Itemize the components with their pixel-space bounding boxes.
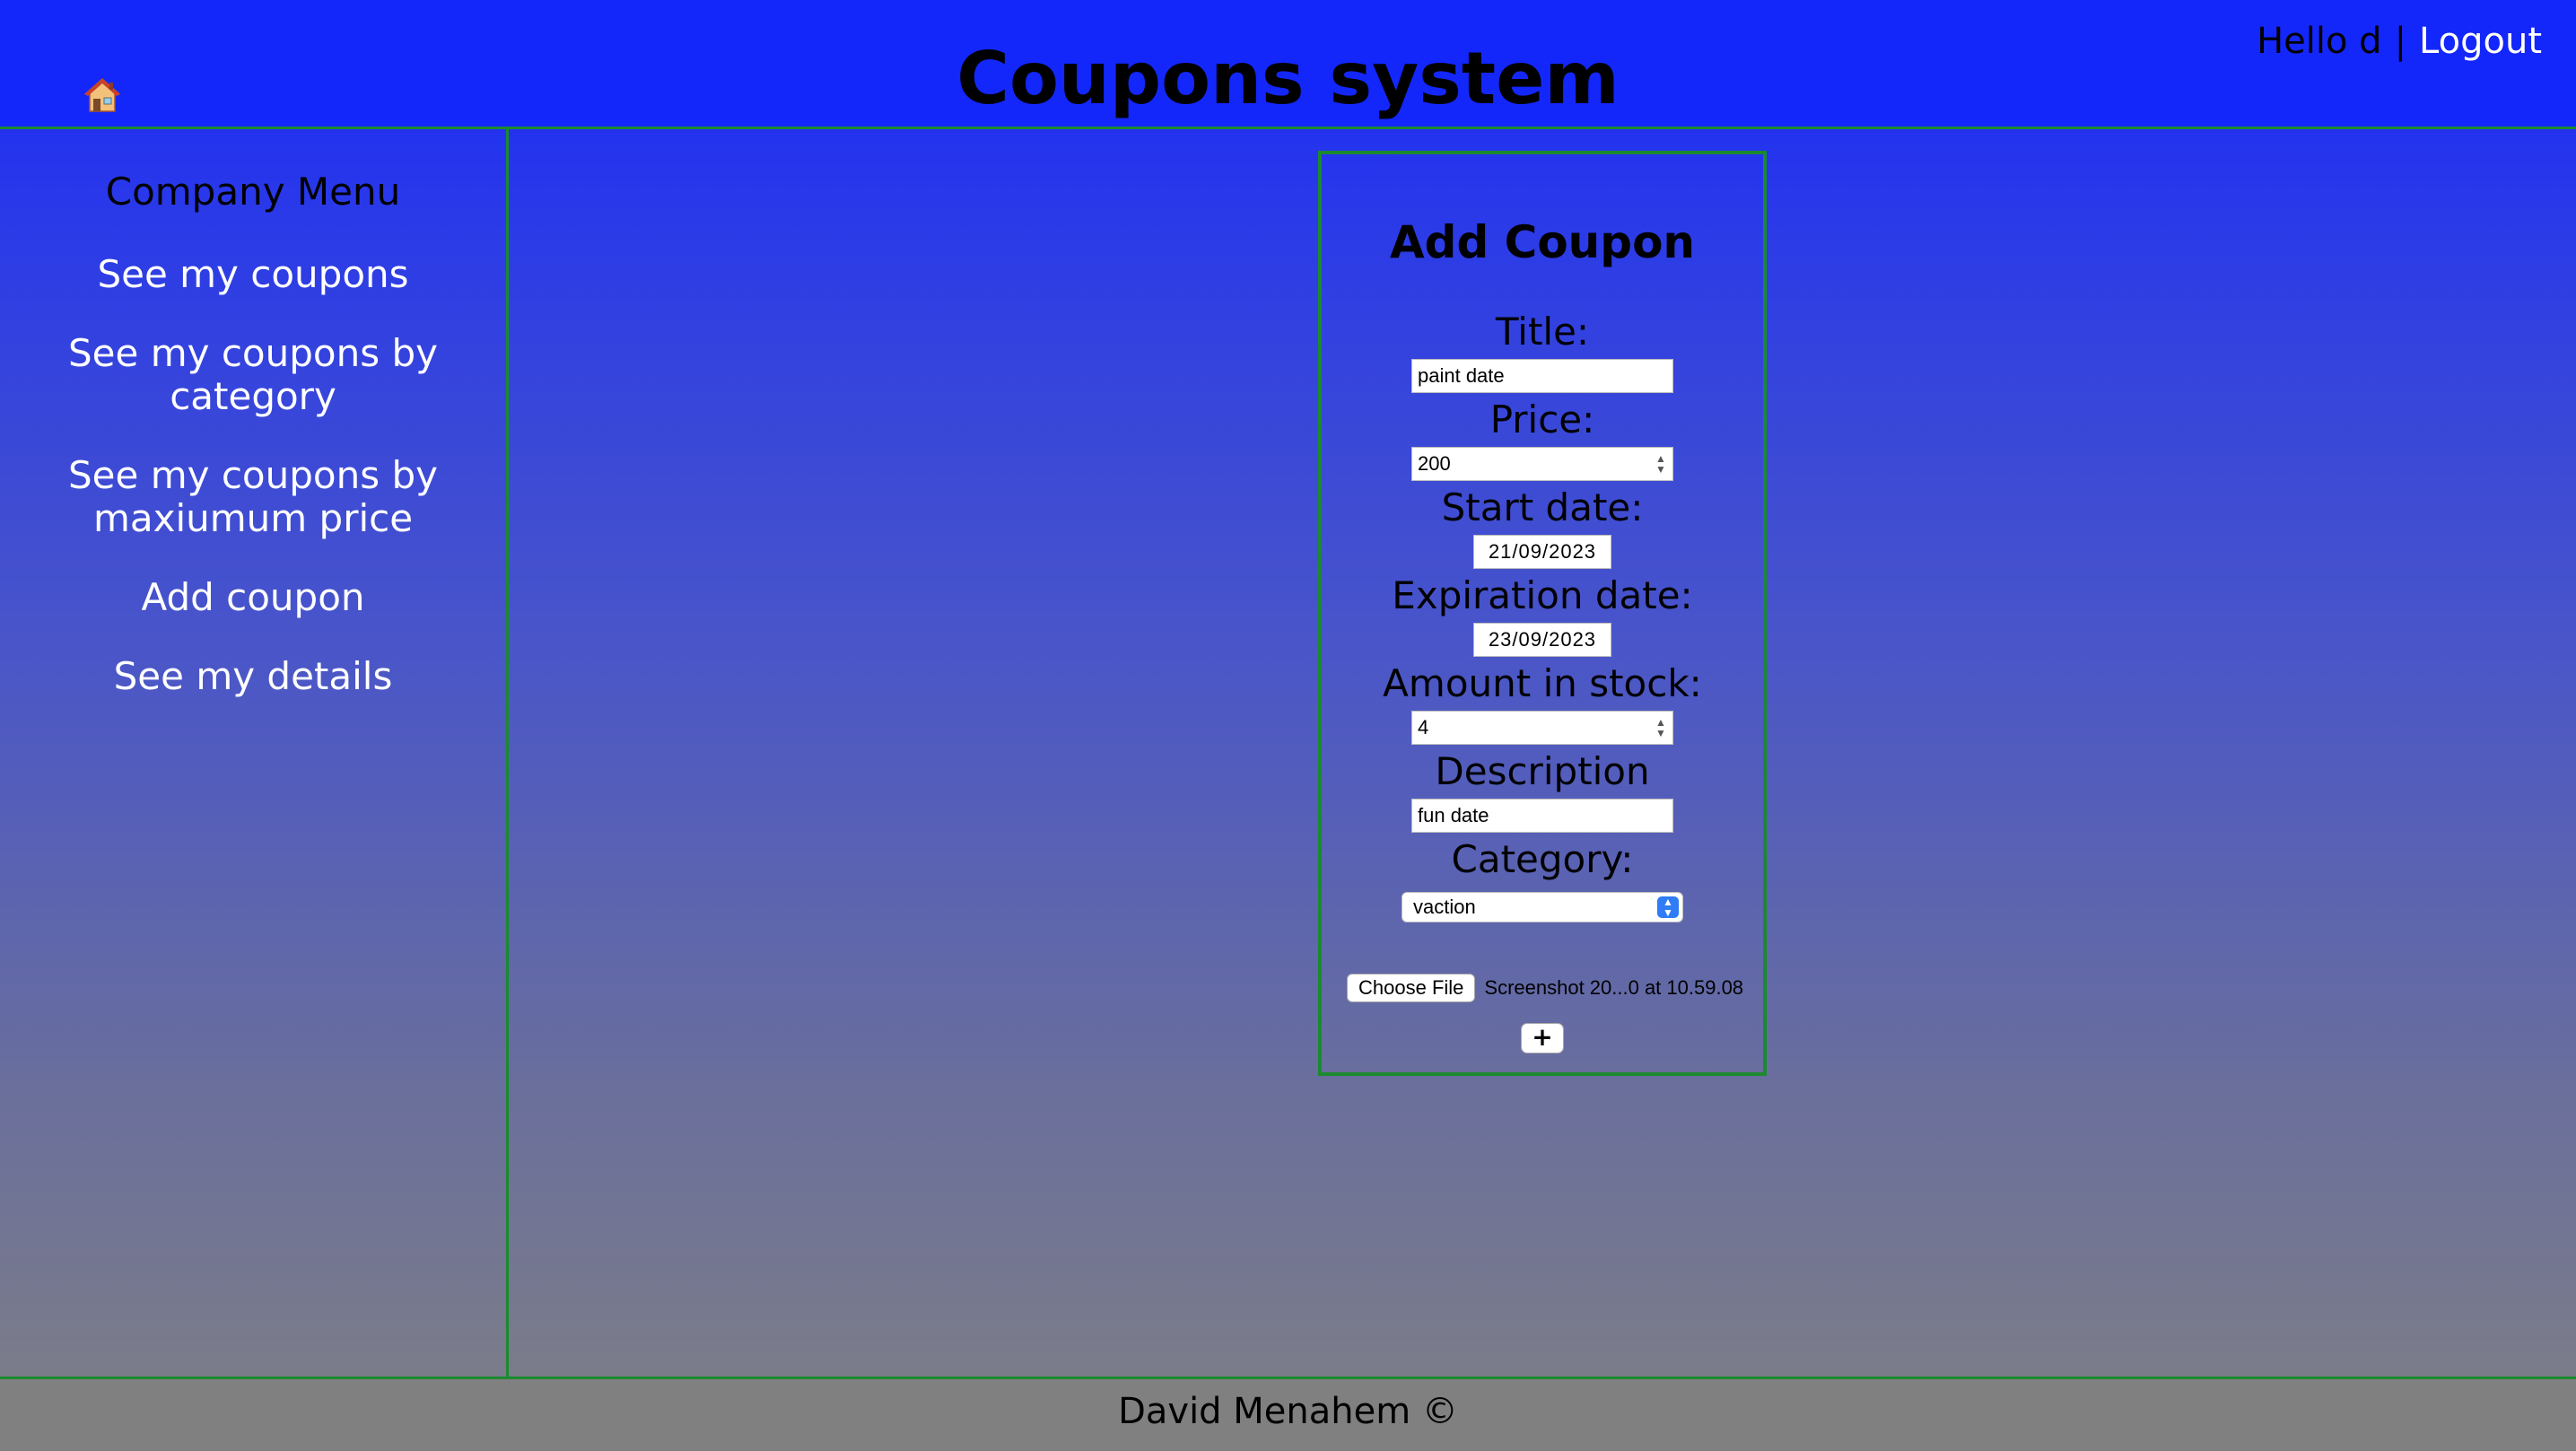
expiration-date-input[interactable]: 23/09/2023 xyxy=(1473,623,1611,657)
category-value: vaction xyxy=(1413,896,1476,918)
user-area: Hello d | Logout xyxy=(2257,16,2542,66)
amount-input[interactable]: 4 ▲ ▼ xyxy=(1411,711,1673,745)
form-heading: Add Coupon xyxy=(1389,216,1696,268)
sidebar-item-add-coupon[interactable]: Add coupon xyxy=(0,576,506,619)
price-label: Price: xyxy=(1489,398,1595,441)
page-title: Coupons system xyxy=(956,37,1620,120)
sidebar-item-coupons-by-category[interactable]: See my coupons by category xyxy=(0,332,506,418)
price-input[interactable]: 200 ▲ ▼ xyxy=(1411,447,1673,481)
header: Coupons system Hello d | Logout xyxy=(0,0,2576,129)
category-select[interactable]: vaction ▲ ▼ xyxy=(1402,892,1683,922)
footer-text: David Menahem © xyxy=(1118,1391,1458,1432)
separator: | xyxy=(2394,21,2407,62)
amount-value: 4 xyxy=(1418,716,1429,739)
footer: David Menahem © xyxy=(0,1377,2576,1451)
description-input[interactable]: fun date xyxy=(1411,799,1673,833)
add-coupon-form: Add Coupon Title: paint date Price: 200 … xyxy=(1318,151,1767,1076)
sidebar-item-see-my-details[interactable]: See my details xyxy=(0,655,506,698)
price-stepper-icon[interactable]: ▲ ▼ xyxy=(1655,453,1667,475)
amount-stepper-icon[interactable]: ▲ ▼ xyxy=(1655,717,1667,739)
amount-label: Amount in stock: xyxy=(1383,661,1702,705)
sidebar-item-see-my-coupons[interactable]: See my coupons xyxy=(0,253,506,296)
sidebar-title: Company Menu xyxy=(105,170,401,214)
title-input[interactable]: paint date xyxy=(1411,359,1673,393)
start-date-input[interactable]: 21/09/2023 xyxy=(1473,535,1611,569)
greeting-text: Hello d xyxy=(2257,21,2382,62)
add-coupon-submit-button[interactable]: + xyxy=(1521,1023,1564,1053)
file-name: Screenshot 20...0 at 10.59.08 xyxy=(1484,976,1744,999)
choose-file-button[interactable]: Choose File xyxy=(1347,974,1476,1002)
title-label: Title: xyxy=(1495,310,1590,354)
logout-link[interactable]: Logout xyxy=(2419,21,2542,62)
file-upload: Choose File Screenshot 20...0 at 10.59.08 xyxy=(1347,974,1743,1002)
description-label: Description xyxy=(1435,749,1650,793)
price-value: 200 xyxy=(1418,452,1451,475)
expiration-date-label: Expiration date: xyxy=(1392,573,1693,617)
category-label: Category: xyxy=(1451,837,1634,881)
sidebar: Company Menu See my coupons See my coupo… xyxy=(0,129,509,1377)
select-arrows-icon: ▲ ▼ xyxy=(1657,896,1679,918)
start-date-label: Start date: xyxy=(1441,485,1644,529)
sidebar-item-coupons-by-max-price[interactable]: See my coupons by maxiumum price xyxy=(0,454,506,540)
